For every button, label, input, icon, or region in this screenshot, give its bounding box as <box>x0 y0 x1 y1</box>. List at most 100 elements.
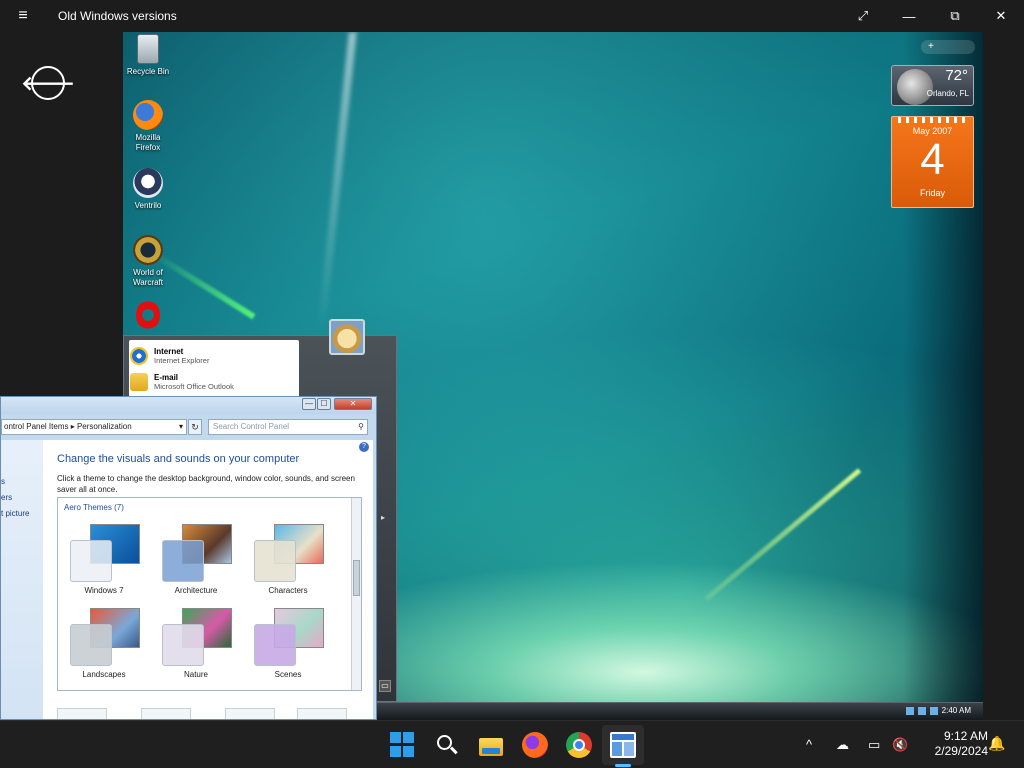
menu-icon[interactable]: ≡ <box>0 0 46 32</box>
desktop-icon-world-of-warcraft[interactable]: World of Warcraft <box>123 235 173 288</box>
theme-characters[interactable]: Characters <box>246 520 330 600</box>
search-input[interactable]: Search Control Panel ⚲ <box>208 419 368 435</box>
vista-clock: 2:40 AM <box>941 706 971 715</box>
themes-scrollbar[interactable] <box>351 498 361 690</box>
theme-color-swatch <box>254 540 296 582</box>
theme-landscapes[interactable]: Landscapes <box>62 604 146 684</box>
back-arrow-icon[interactable]: 🡐 <box>21 66 75 100</box>
desktop-icon-opera[interactable] <box>123 300 173 333</box>
opera-icon <box>136 300 160 330</box>
title-bar: ≡ Old Windows versions ⤢ — ⧉ ✕ <box>0 0 1024 32</box>
theme-label: Windows 7 <box>84 586 124 595</box>
help-icon[interactable]: ? <box>359 442 369 452</box>
theme-label: Scenes <box>274 670 302 679</box>
desktop-icon-firefox[interactable]: Mozilla Firefox <box>123 100 173 153</box>
window-controls: ⤢ — ⧉ ✕ <box>840 0 1024 32</box>
restore-button[interactable]: ⧉ <box>932 0 978 32</box>
left-pane-link[interactable]: ers <box>1 493 12 502</box>
calendar-weekday: Friday <box>919 188 945 198</box>
start-item-subtitle: Internet Explorer <box>154 356 210 365</box>
page-description: Click a theme to change the desktop back… <box>57 474 355 494</box>
tray-icon <box>905 706 914 715</box>
start-menu-lock-button[interactable]: ▭ <box>379 680 391 692</box>
desktop-icon-label: Mozilla Firefox <box>135 133 161 152</box>
theme-color-swatch <box>162 624 204 666</box>
search-placeholder: Search Control Panel <box>213 422 290 431</box>
start-item-title: Internet <box>154 347 184 356</box>
user-avatar[interactable] <box>329 319 365 355</box>
file-explorer-icon[interactable] <box>478 732 504 758</box>
theme-nature[interactable]: Nature <box>154 604 238 684</box>
minimize-button[interactable]: — <box>886 0 932 32</box>
expand-icon[interactable]: ⤢ <box>840 0 886 32</box>
window-color-option[interactable] <box>141 708 191 719</box>
desktop-icon-ventrilo[interactable]: Ventrilo <box>123 168 173 211</box>
refresh-icon[interactable]: ↻ <box>188 419 202 435</box>
theme-preview <box>254 522 324 582</box>
theme-preview <box>254 606 324 666</box>
sounds-option[interactable] <box>225 708 275 719</box>
left-pane-link[interactable]: t picture <box>1 509 29 518</box>
notification-bell-icon[interactable]: 🔔 <box>988 735 1005 752</box>
volume-muted-icon[interactable]: 🔇 <box>892 737 908 753</box>
screen-saver-option[interactable] <box>297 708 347 719</box>
calendar-gadget[interactable]: May 2007 4 Friday <box>891 116 974 208</box>
network-icon[interactable]: ▭ <box>868 737 880 753</box>
theme-preview <box>162 606 232 666</box>
cp-minimize-button[interactable]: — <box>302 398 316 410</box>
cp-close-button[interactable]: ✕ <box>334 398 372 410</box>
themes-list: Aero Themes (7) Windows 7 Architecture C… <box>57 497 362 691</box>
close-button[interactable]: ✕ <box>978 0 1024 32</box>
window-title: Old Windows versions <box>58 9 177 23</box>
theme-label: Landscapes <box>82 670 126 679</box>
theme-scenes[interactable]: Scenes <box>246 604 330 684</box>
photos-app-icon[interactable] <box>610 732 636 758</box>
theme-architecture[interactable]: Architecture <box>154 520 238 600</box>
desktop-icon-recycle-bin[interactable]: Recycle Bin <box>123 34 173 77</box>
calendar-rings <box>898 117 967 123</box>
theme-label: Characters <box>268 586 308 595</box>
start-windows-icon[interactable] <box>390 732 416 758</box>
onedrive-icon[interactable]: ☁ <box>836 737 849 753</box>
clock-date: 2/29/2024 <box>934 744 988 758</box>
chrome-taskbar-icon[interactable] <box>566 732 592 758</box>
theme-label: Nature <box>183 670 208 679</box>
start-item-internet[interactable]: Internet Internet Explorer <box>130 344 290 368</box>
gadget-toolbar[interactable]: + <box>921 40 975 54</box>
start-menu-arrow-icon[interactable]: ▸ <box>381 513 385 522</box>
left-pane-link[interactable]: s <box>1 477 5 486</box>
address-path: ontrol Panel Items ▸ Personalization <box>4 422 132 431</box>
page-title: Change the visuals and sounds on your co… <box>57 453 300 465</box>
start-item-title: E-mail <box>154 373 179 382</box>
calendar-day: 4 <box>920 135 945 184</box>
sound-options-row <box>57 708 357 719</box>
start-item-email[interactable]: E-mail Microsoft Office Outlook <box>130 370 290 394</box>
desktop-icon-label: Recycle Bin <box>126 67 170 76</box>
chevron-up-icon[interactable]: ^ <box>806 737 812 752</box>
theme-label: Architecture <box>174 586 218 595</box>
theme-color-swatch <box>162 540 204 582</box>
scrollbar-thumb[interactable] <box>353 560 360 596</box>
taskbar-clock[interactable]: 9:12 AM 2/29/2024 <box>918 729 988 759</box>
firefox-taskbar-icon[interactable] <box>522 732 548 758</box>
outlook-icon <box>130 373 148 391</box>
internet-explorer-icon <box>130 347 148 365</box>
weather-gadget[interactable]: 72° Orlando, FL <box>891 65 974 106</box>
cp-maximize-button[interactable]: ☐ <box>317 398 331 410</box>
theme-preview <box>70 606 140 666</box>
desktop-icon-label: Ventrilo <box>134 201 162 210</box>
theme-windows-7[interactable]: Windows 7 <box>62 520 146 600</box>
control-panel-window: — ☐ ✕ ontrol Panel Items ▸ Personalizati… <box>0 396 377 720</box>
search-icon[interactable] <box>434 732 460 758</box>
tray-icon <box>929 706 938 715</box>
start-item-subtitle: Microsoft Office Outlook <box>154 382 234 391</box>
address-dropdown-icon[interactable]: ▾ <box>179 420 183 434</box>
left-pane: s ers t picture <box>1 440 43 719</box>
active-indicator <box>615 764 631 767</box>
theme-preview <box>70 522 140 582</box>
address-bar[interactable]: ontrol Panel Items ▸ Personalization ▾ <box>1 419 187 435</box>
desktop-background-option[interactable] <box>57 708 107 719</box>
desktop-icon-label: World of Warcraft <box>133 268 163 287</box>
clock-time: 9:12 AM <box>943 729 988 743</box>
search-icon: ⚲ <box>358 422 364 431</box>
